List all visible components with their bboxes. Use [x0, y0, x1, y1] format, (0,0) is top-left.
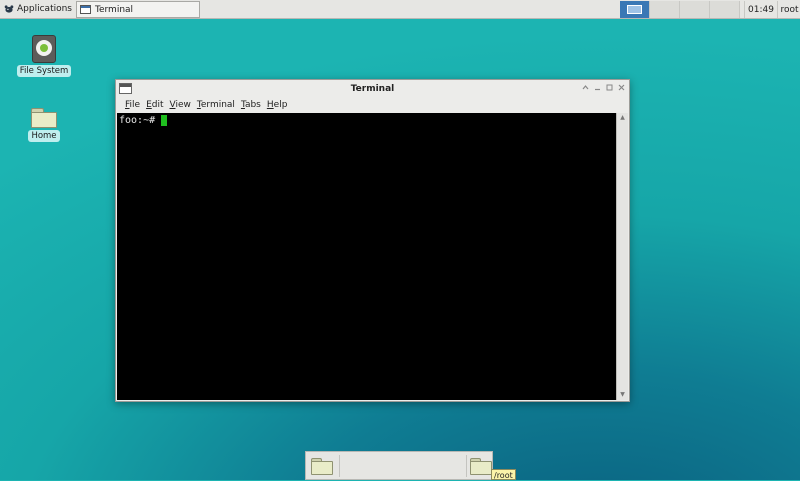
workspace-switcher: [620, 1, 740, 18]
scroll-down-icon[interactable]: ▼: [617, 390, 628, 400]
window-title: Terminal: [350, 83, 395, 94]
clock[interactable]: 01:49: [744, 1, 777, 18]
dock-separator: [339, 455, 340, 477]
shell-prompt: foo:~#: [119, 115, 156, 126]
desktop-icon-label: Home: [28, 130, 60, 142]
menu-edit[interactable]: Edit: [143, 98, 166, 112]
user-menu[interactable]: root: [777, 1, 800, 18]
close-icon: [618, 84, 625, 91]
text-cursor: [161, 115, 168, 126]
folder-icon[interactable]: [470, 458, 492, 475]
vertical-scrollbar[interactable]: ▲ ▼: [616, 113, 628, 400]
desktop-icon-home[interactable]: Home: [14, 104, 74, 142]
window-titlebar[interactable]: Terminal: [116, 80, 629, 97]
minimize-button[interactable]: [592, 82, 603, 93]
workspace-1[interactable]: [620, 1, 650, 18]
scroll-up-icon[interactable]: ▲: [617, 113, 628, 123]
shade-icon: [582, 85, 589, 90]
desktop-icon-file-system[interactable]: File System: [14, 35, 74, 77]
taskbar-item-label: Terminal: [95, 4, 134, 15]
workspace-4[interactable]: [710, 1, 740, 18]
workspace-3[interactable]: [680, 1, 710, 18]
minimize-icon: [595, 88, 600, 91]
menu-file[interactable]: File: [122, 98, 143, 112]
top-panel: Applications Terminal 01:49 root: [0, 0, 800, 19]
taskbar-item-terminal[interactable]: Terminal: [76, 1, 200, 18]
maximize-button[interactable]: [604, 82, 615, 93]
terminal-area[interactable]: foo:~#: [117, 113, 617, 400]
drive-icon: [32, 35, 56, 63]
menu-tabs[interactable]: Tabs: [238, 98, 264, 112]
terminal-window: Terminal File Edit View Terminal Tabs He…: [115, 79, 630, 402]
terminal-window-icon: [80, 5, 91, 14]
dock-tooltip: /root: [491, 469, 516, 480]
bottom-dock: [305, 451, 493, 480]
menu-terminal[interactable]: Terminal: [194, 98, 238, 112]
dock-separator: [466, 455, 467, 477]
applications-label: Applications: [17, 4, 72, 14]
xfce-mouse-icon: [4, 5, 14, 13]
desktop-icon-label: File System: [16, 65, 72, 77]
applications-menu-button[interactable]: Applications: [2, 1, 72, 17]
workspace-2[interactable]: [650, 1, 680, 18]
folder-icon: [31, 108, 57, 128]
shade-button[interactable]: [580, 82, 591, 93]
maximize-icon: [606, 84, 613, 91]
folder-icon[interactable]: [311, 458, 333, 475]
window-thumbnail-icon: [627, 5, 642, 14]
menu-view[interactable]: View: [167, 98, 194, 112]
close-button[interactable]: [616, 82, 627, 93]
terminal-app-icon[interactable]: [119, 83, 132, 94]
menu-help[interactable]: Help: [264, 98, 291, 112]
menubar: File Edit View Terminal Tabs Help: [116, 98, 629, 112]
